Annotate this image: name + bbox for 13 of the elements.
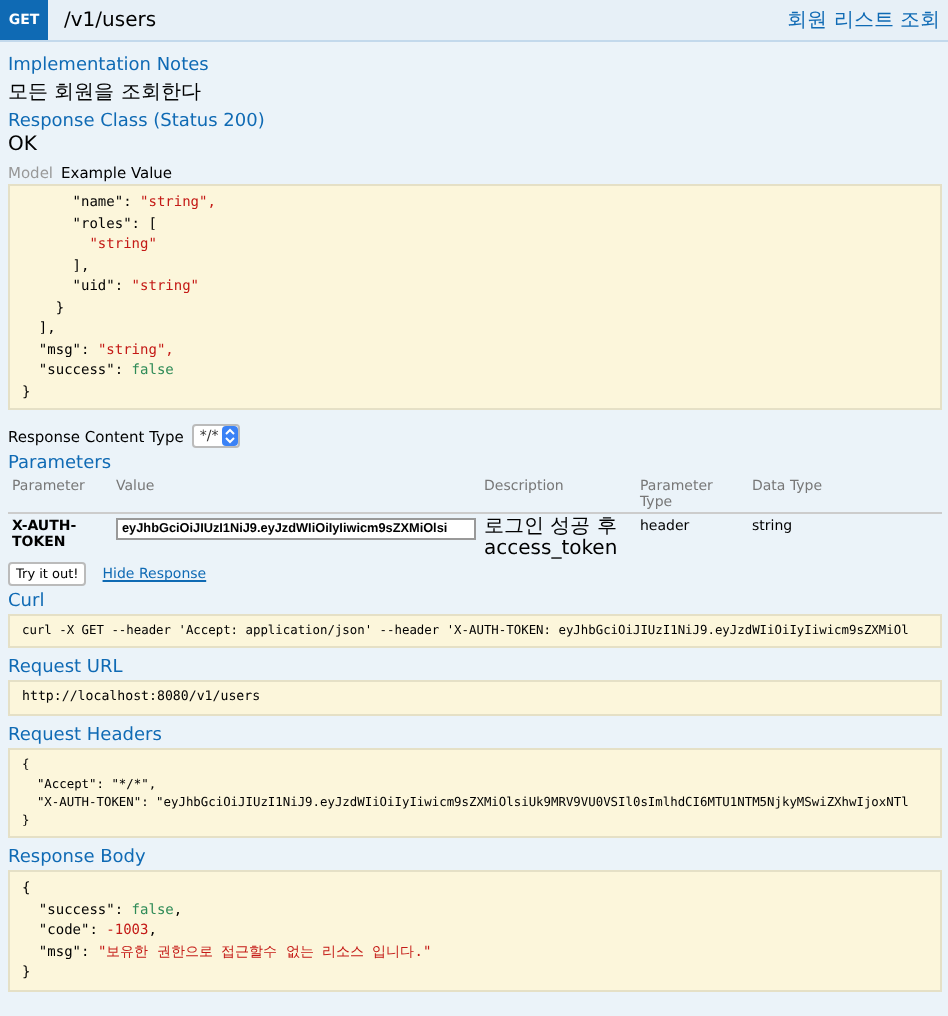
section-heading: Curl [8,592,47,612]
notes-text: 모든 회원을 조회한다 [8,80,203,106]
section-heading: Request URL [8,658,125,679]
section-heading: Response Body [8,848,148,869]
select-arrows-icon [222,426,239,446]
section-heading: Response Class (Status 200) [8,112,267,132]
parameter-description: 로그인 성공 후 access_token [482,514,620,562]
endpoint-path: /v1/users [64,9,159,31]
section-heading: Implementation Notes [8,56,211,76]
status-text: OK [8,134,39,156]
section-heading: Parameters [8,454,114,474]
section-heading: Request Headers [8,726,164,747]
endpoint-summary: 회원 리스트 조회 [787,8,940,34]
